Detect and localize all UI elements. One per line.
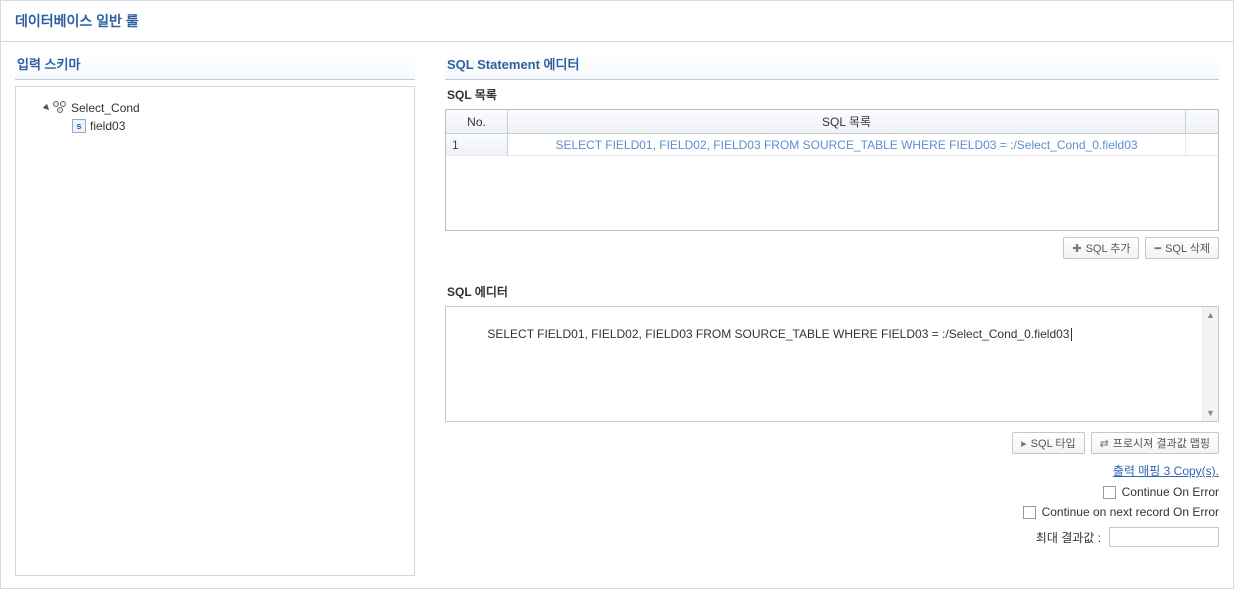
string-field-icon: s — [72, 119, 86, 133]
add-sql-label: SQL 추가 — [1086, 240, 1131, 256]
sql-type-button[interactable]: ▸ SQL 타입 — [1012, 432, 1084, 454]
mapping-icon: ⇄ — [1100, 437, 1109, 450]
continue-next-record-row: Continue on next record On Error — [445, 505, 1219, 519]
continue-next-record-label: Continue on next record On Error — [1042, 505, 1219, 519]
col-header-sql[interactable]: SQL 목록 — [508, 110, 1186, 133]
content-area: 입력 스키마 Select_Cond s field03 — [1, 42, 1233, 590]
sql-editor-panel-header: SQL Statement 에디터 — [445, 54, 1219, 80]
schema-tree[interactable]: Select_Cond s field03 — [15, 86, 415, 576]
continue-next-record-checkbox[interactable] — [1023, 506, 1036, 519]
col-header-no[interactable]: No. — [446, 110, 508, 133]
continue-on-error-checkbox[interactable] — [1103, 486, 1116, 499]
max-result-label: 최대 결과값 : — [1036, 529, 1101, 546]
max-result-input[interactable] — [1109, 527, 1219, 547]
procedure-mapping-label: 프로시져 결과값 맵핑 — [1113, 435, 1210, 451]
tree-collapse-icon[interactable] — [40, 102, 53, 115]
object-group-icon — [53, 101, 69, 115]
scroll-up-icon[interactable]: ▲ — [1203, 307, 1218, 323]
minus-icon: ━ — [1154, 242, 1161, 255]
sql-editor-label: SQL 에디터 — [447, 283, 1219, 300]
text-caret — [1071, 328, 1072, 341]
max-result-row: 최대 결과값 : — [445, 527, 1219, 547]
right-column: SQL Statement 에디터 SQL 목록 No. SQL 목록 1 SE… — [445, 54, 1219, 576]
sql-list-buttons: ✚ SQL 추가 ━ SQL 삭제 — [445, 237, 1219, 259]
delete-sql-button[interactable]: ━ SQL 삭제 — [1145, 237, 1219, 259]
sql-editor-text: SELECT FIELD01, FIELD02, FIELD03 FROM SO… — [487, 327, 1069, 341]
tree-root-row[interactable]: Select_Cond — [24, 99, 406, 117]
tree-root-label: Select_Cond — [71, 101, 140, 115]
window-frame: 데이터베이스 일반 룰 입력 스키마 Select_Cond s — [0, 0, 1234, 589]
plus-icon: ✚ — [1072, 242, 1081, 255]
output-mapping-link[interactable]: 출력 매핑 3 Copy(s). — [1113, 464, 1219, 478]
continue-on-error-label: Continue On Error — [1122, 485, 1219, 499]
left-column: 입력 스키마 Select_Cond s field03 — [15, 54, 415, 576]
procedure-result-mapping-button[interactable]: ⇄ 프로시져 결과값 맵핑 — [1091, 432, 1219, 454]
sql-list-label: SQL 목록 — [447, 86, 1219, 103]
schema-panel-header: 입력 스키마 — [15, 54, 415, 80]
sql-editor-buttons: ▸ SQL 타입 ⇄ 프로시져 결과값 맵핑 — [445, 432, 1219, 454]
table-row[interactable]: 1 SELECT FIELD01, FIELD02, FIELD03 FROM … — [446, 134, 1218, 156]
col-header-spacer — [1186, 110, 1218, 133]
continue-on-error-row: Continue On Error — [445, 485, 1219, 499]
vertical-scrollbar[interactable]: ▲ ▼ — [1202, 307, 1218, 421]
delete-sql-label: SQL 삭제 — [1165, 240, 1210, 256]
chevron-right-icon: ▸ — [1021, 437, 1027, 450]
cell-spacer — [1186, 134, 1218, 156]
add-sql-button[interactable]: ✚ SQL 추가 — [1063, 237, 1139, 259]
grid-header: No. SQL 목록 — [446, 110, 1218, 134]
sql-type-label: SQL 타입 — [1031, 435, 1076, 451]
tree-child-row[interactable]: s field03 — [24, 117, 406, 135]
sql-editor-content: SELECT FIELD01, FIELD02, FIELD03 FROM SO… — [446, 307, 1202, 421]
scroll-down-icon[interactable]: ▼ — [1203, 405, 1218, 421]
page-title: 데이터베이스 일반 룰 — [1, 1, 1233, 42]
cell-sql: SELECT FIELD01, FIELD02, FIELD03 FROM SO… — [508, 134, 1186, 156]
cell-no: 1 — [446, 134, 508, 156]
tree-child-label: field03 — [90, 119, 125, 133]
sql-editor-textarea[interactable]: SELECT FIELD01, FIELD02, FIELD03 FROM SO… — [445, 306, 1219, 422]
sql-list-grid: No. SQL 목록 1 SELECT FIELD01, FIELD02, FI… — [445, 109, 1219, 231]
output-mapping-row: 출력 매핑 3 Copy(s). — [445, 462, 1219, 479]
